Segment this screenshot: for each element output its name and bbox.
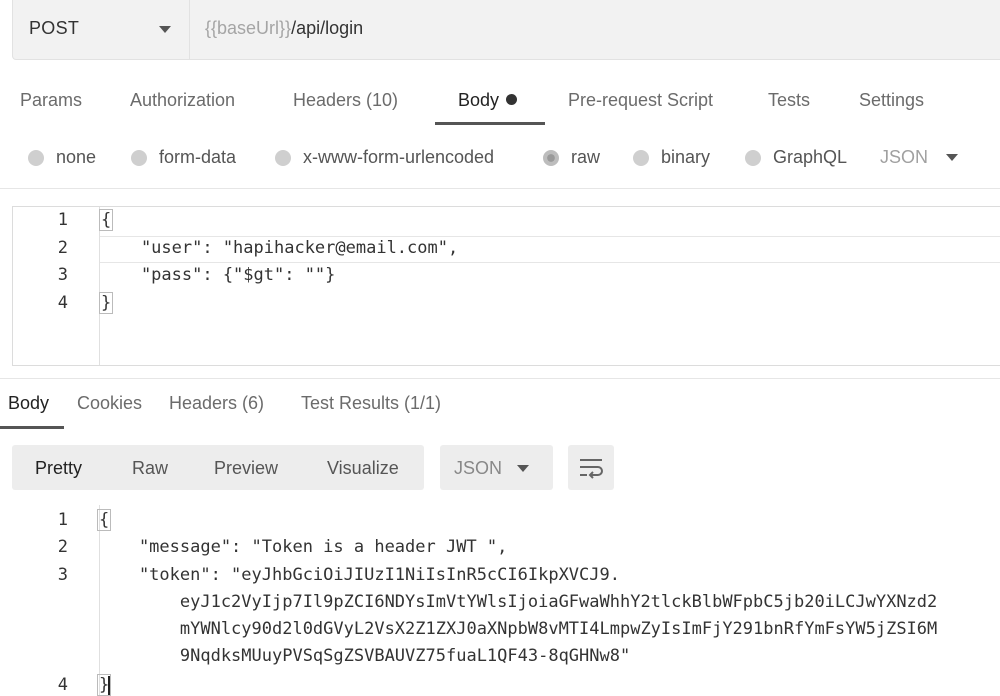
response-tab-body[interactable]: Body [8,393,49,414]
tab-body-label: Body [458,90,500,110]
radio-circle-icon [275,149,291,166]
tab-settings[interactable]: Settings [859,90,924,111]
method-select[interactable]: POST [13,0,190,60]
url-input[interactable]: {{baseUrl}}/api/login [205,18,363,39]
line-number: 1 [57,510,68,530]
radio-label: raw [571,147,601,167]
url-variable: {{baseUrl}} [205,18,292,38]
code-line: "pass": {"$gt": ""} [100,265,336,285]
radio-graphql[interactable]: GraphQL [745,147,847,168]
radio-raw[interactable]: raw [543,147,600,168]
response-tab-test-results[interactable]: Test Results (1/1) [301,393,441,414]
radio-label: form-data [159,147,237,167]
radio-circle-icon [131,149,147,166]
line-number: 4 [57,675,68,695]
code-line: "message": "Token is a header JWT ", [98,537,508,557]
line-number: 3 [57,265,68,285]
chevron-down-icon [159,26,171,33]
method-label: POST [29,18,80,38]
code-line: { [97,509,112,531]
line-number: 2 [57,238,68,258]
radio-label: x-www-form-urlencoded [303,147,495,167]
active-response-tab-indicator [0,426,64,429]
chevron-down-icon [517,465,529,472]
radio-x-www-form-urlencoded[interactable]: x-www-form-urlencoded [275,147,494,168]
view-pretty-button[interactable]: Pretty [35,458,82,479]
code-line: "user": "hapihacker@email.com", [100,238,459,258]
code-line: mYWNlcy90d2l0dGVyL2VsX2Z1ZXJ0aXNpbW8vMTI… [98,619,938,639]
url-path: /api/login [291,18,364,38]
divider [0,188,1000,189]
view-visualize-button[interactable]: Visualize [327,458,399,479]
code-line: 9NqdksMUuyPVSqSgZSVBAUVZ75fuaL1QF43-8qGH… [98,646,631,666]
radio-circle-icon [28,149,44,166]
tab-tests[interactable]: Tests [768,90,810,111]
radio-circle-icon [745,149,761,166]
tab-body[interactable]: Body [458,90,518,111]
radio-binary[interactable]: binary [633,147,710,168]
active-tab-indicator [435,122,545,125]
radio-label: GraphQL [773,147,848,167]
modified-dot-icon [506,94,518,105]
tab-pre-request-script[interactable]: Pre-request Script [568,90,713,111]
code-line: "token": "eyJhbGciOiJIUzI1NiIsInR5cCI6Ik… [98,565,620,585]
view-preview-button[interactable]: Preview [214,458,278,479]
line-number: 1 [57,210,68,230]
line-number: 2 [57,537,68,557]
response-tab-headers[interactable]: Headers (6) [169,393,264,414]
code-line: { [99,209,114,231]
response-format-label: JSON [454,458,503,478]
radio-label: binary [661,147,711,167]
divider [0,378,1000,379]
radio-label: none [56,147,97,167]
view-raw-button[interactable]: Raw [132,458,168,479]
line-number: 4 [57,293,68,313]
line-number: 3 [57,565,68,585]
url-bar: POST {{baseUrl}}/api/login [12,0,1000,60]
chevron-down-icon [946,154,958,161]
code-line: } [99,292,114,314]
body-format-label: JSON [880,147,929,167]
token-continuation: eyJ1c2VyIjp7Il9pZCI6NDYsImVtYWlsIjoiaGFw… [98,592,1000,672]
wrap-lines-icon [580,459,603,479]
tab-headers[interactable]: Headers (10) [293,90,398,111]
radio-checked-icon [543,149,559,166]
radio-circle-icon [633,149,649,166]
tab-params[interactable]: Params [20,90,82,111]
radio-form-data[interactable]: form-data [131,147,236,168]
response-tab-cookies[interactable]: Cookies [77,393,142,414]
radio-none[interactable]: none [28,147,96,168]
code-line: eyJ1c2VyIjp7Il9pZCI6NDYsImVtYWlsIjoiaGFw… [98,592,938,612]
text-cursor [108,676,110,695]
request-body-editor[interactable] [12,206,1000,366]
tab-authorization[interactable]: Authorization [130,90,235,111]
